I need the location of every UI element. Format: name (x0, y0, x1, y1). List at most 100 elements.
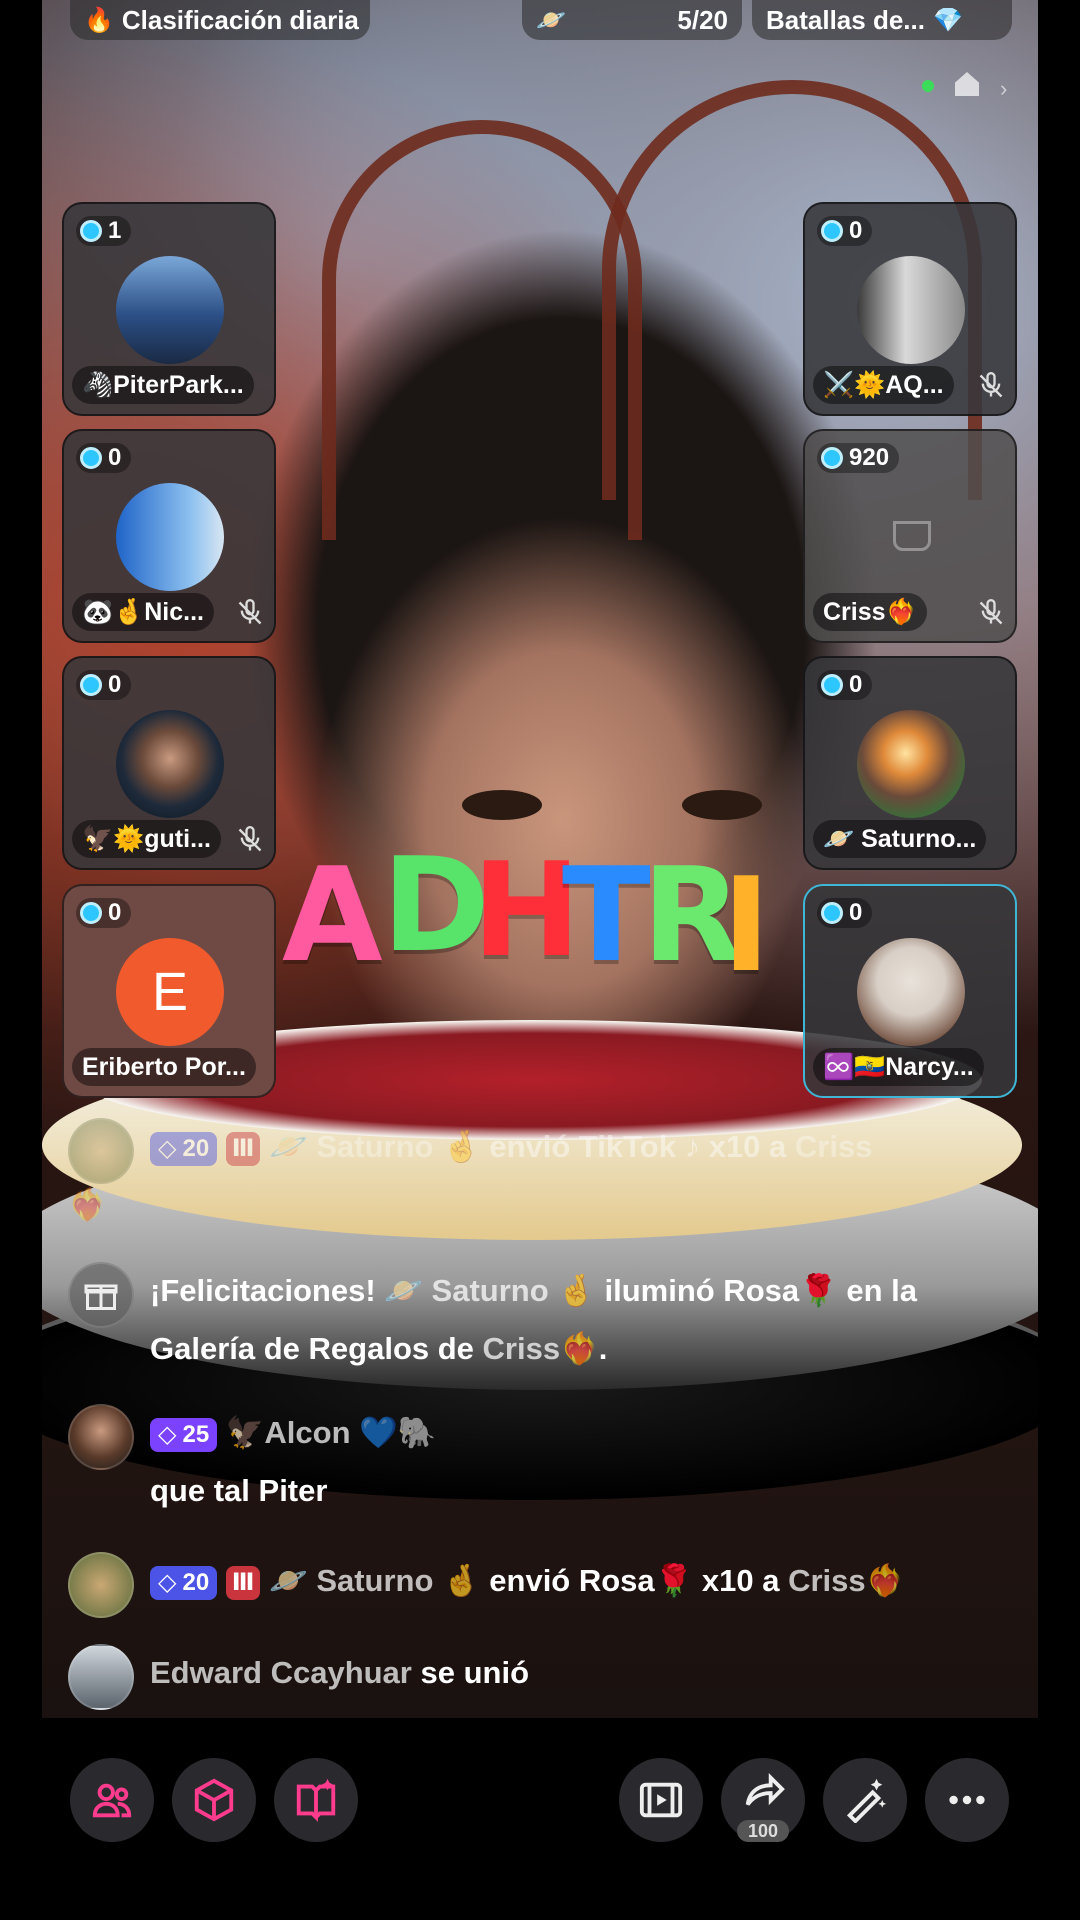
guest-name: Criss❤️‍🔥 (813, 593, 927, 631)
mic-muted-icon (979, 372, 1003, 398)
guest-tile[interactable]: 0 🐼🤞Nic... (62, 429, 276, 643)
goal-progress-chip[interactable]: 🪐 5/20 (522, 0, 742, 40)
diamond-icon: ◇ (158, 1568, 177, 1596)
coin-icon (821, 220, 843, 242)
chat-username[interactable]: 🪐 Saturno 🤞 (269, 1563, 481, 1598)
effects-button[interactable] (172, 1758, 256, 1842)
avatar: E (116, 938, 224, 1046)
gem-icon: 💎 (932, 6, 963, 34)
top-bar: 🔥 Clasificación diaria 🪐 5/20 Batallas d… (42, 0, 1038, 40)
chat-text: ¡Felicitaciones! (150, 1273, 376, 1308)
guest-score: 0 (76, 670, 132, 700)
magic-wand-icon (846, 1778, 887, 1823)
chat-target[interactable]: Criss❤️‍🔥 (788, 1563, 904, 1598)
guest-tile[interactable]: 0 ♾️🇪🇨Narcy... (803, 884, 1017, 1098)
more-button[interactable] (925, 1758, 1009, 1842)
chat-text: Galería de Regalos de (150, 1331, 474, 1366)
goal-progress-value: 5/20 (677, 4, 728, 35)
more-dots-icon (949, 1795, 985, 1805)
chat-text: se unió (420, 1655, 530, 1690)
guest-score: 0 (817, 670, 873, 700)
daily-ranking-label: Clasificación diaria (121, 4, 359, 35)
avatar[interactable] (68, 1644, 134, 1710)
candle-letter: I (722, 849, 771, 1001)
home-icon[interactable] (950, 68, 984, 100)
guests-button[interactable] (70, 1758, 154, 1842)
coin-icon (821, 674, 843, 696)
guest-tile[interactable]: 0 🪐 Saturno... (803, 656, 1017, 870)
avatar[interactable] (68, 1552, 134, 1618)
emoji: ❤️‍🔥 (68, 1187, 107, 1222)
guest-score: 1 (76, 216, 132, 246)
chat-text: x10 a (708, 1129, 787, 1164)
guest-tile[interactable]: 0 ⚔️🌞AQ... (803, 202, 1017, 416)
chat-message: ◇ 20 Ⅲ 🪐 Saturno 🤞 envió TikTok ♪ x10 a C… (68, 1118, 1008, 1234)
candle-letter: T (562, 839, 651, 991)
level-badge: ◇ 25 (150, 1417, 218, 1452)
guest-tile[interactable]: 0 🦅🌞guti... (62, 656, 276, 870)
guest-tile[interactable]: 0 E Eriberto Por... (62, 884, 276, 1098)
chat-text: envió TikTok (489, 1129, 676, 1164)
emoji: 🤞 (442, 1129, 481, 1164)
fan-club-badge: Ⅲ (225, 1565, 261, 1600)
live-status-dot (922, 80, 934, 92)
people-icon (92, 1783, 132, 1818)
battles-chip[interactable]: Batallas de... 💎 (752, 0, 1012, 40)
planet-icon: 🪐 (536, 6, 566, 34)
daily-ranking-chip[interactable]: 🔥 Clasificación diaria (70, 0, 370, 40)
chat-text: iluminó Rosa🌹 en la (604, 1273, 917, 1308)
chat-text: . (598, 1331, 608, 1366)
chat-target[interactable]: Criss (795, 1129, 873, 1164)
coin-icon (80, 674, 102, 696)
mic-muted-icon (238, 599, 262, 625)
book-sparkle-icon (296, 1778, 336, 1822)
guest-score: 920 (817, 443, 900, 473)
guest-name: ♾️🇪🇨Narcy... (813, 1048, 984, 1086)
avatar[interactable] (68, 1404, 134, 1470)
guest-tile[interactable]: 1 🦓PiterPark... (62, 202, 276, 416)
bottom-toolbar: 100 (0, 1718, 1080, 1920)
chat-username[interactable]: 🪐 Saturno 🤞 (384, 1273, 596, 1308)
guest-name: ⚔️🌞AQ... (813, 366, 954, 404)
chat-message: ◇ 25 🦅Alcon 💙🐘 que tal Piter (68, 1404, 1008, 1520)
avatar (116, 710, 224, 818)
guest-name: Eriberto Por... (72, 1048, 256, 1086)
host-eye (462, 790, 542, 820)
level-badge: ◇ 20 (150, 1131, 218, 1166)
coin-icon (80, 220, 102, 242)
guest-name: 🦓PiterPark... (72, 366, 254, 404)
mic-muted-icon (979, 599, 1003, 625)
guest-name: 🪐 Saturno... (813, 820, 987, 858)
fan-club-badge: Ⅲ (225, 1131, 261, 1166)
chevron-right-icon[interactable]: › (1000, 76, 1007, 102)
emoji: 🪐 (269, 1129, 308, 1164)
chat-message: ◇ 20 Ⅲ 🪐 Saturno 🤞 envió Rosa🌹 x10 a Cris… (68, 1552, 1008, 1618)
coin-icon (821, 447, 843, 469)
film-icon (639, 1782, 683, 1818)
guest-score: 0 (76, 898, 132, 928)
diamond-icon: ◇ (158, 1134, 177, 1162)
flame-icon: 🔥 (84, 6, 114, 34)
beauty-button[interactable] (823, 1758, 907, 1842)
avatar[interactable] (68, 1118, 134, 1184)
level-badge: ◇ 20 (150, 1565, 218, 1600)
guest-score: 0 (76, 443, 132, 473)
guest-score: 0 (817, 898, 873, 928)
coin-icon (821, 902, 843, 924)
avatar (857, 938, 965, 1046)
avatar (116, 483, 224, 591)
host-eye (682, 790, 762, 820)
share-button[interactable]: 100 (721, 1758, 805, 1842)
video-button[interactable] (619, 1758, 703, 1842)
chat-username[interactable]: Edward Ccayhuar (150, 1655, 412, 1690)
chat-username[interactable]: Saturno (316, 1129, 433, 1164)
guest-score: 0 (817, 216, 873, 246)
chat-target[interactable]: Criss❤️‍🔥 (483, 1331, 599, 1366)
chat-username[interactable]: 🦅Alcon 💙🐘 (226, 1415, 437, 1450)
guest-name: 🐼🤞Nic... (72, 593, 214, 631)
cube-icon (194, 1778, 234, 1822)
coin-icon (80, 902, 102, 924)
gallery-button[interactable] (274, 1758, 358, 1842)
guest-name: 🦅🌞guti... (72, 820, 221, 858)
guest-tile[interactable]: 920 Criss❤️‍🔥 (803, 429, 1017, 643)
